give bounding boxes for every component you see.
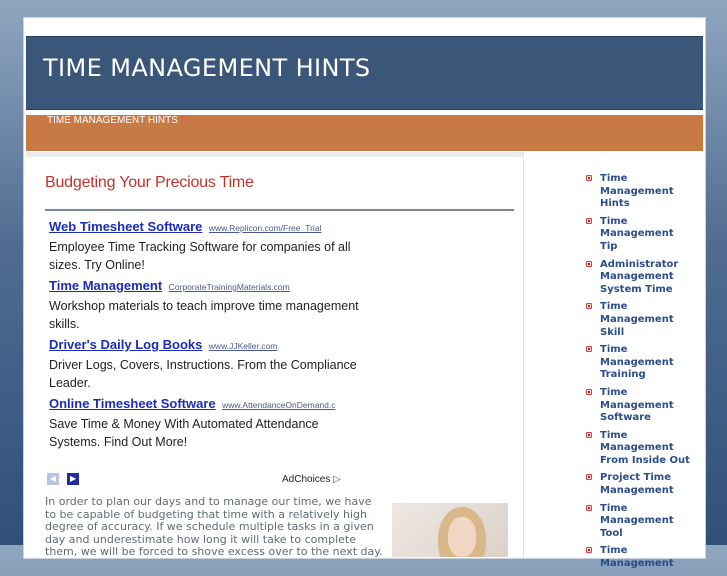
ad-unit-4: Online Timesheet Software www.Attendance… (49, 396, 359, 451)
ad-title-link[interactable]: Time Management (49, 278, 162, 293)
chevron-right-icon[interactable]: ▶ (67, 473, 80, 485)
page-container: TIME MANAGEMENT HINTS TIME MANAGEMENT HI… (23, 17, 706, 569)
ad-description: Driver Logs, Covers, Instructions. From … (49, 358, 357, 390)
nav-bar: TIME MANAGEMENT HINTS (26, 115, 703, 151)
article-photo (392, 503, 508, 557)
ad-url-link[interactable]: www.Replicon.com/Free_Trial (209, 223, 322, 233)
bullet-icon (586, 217, 592, 224)
ad-url-link[interactable]: www.JJKeller.com (209, 341, 278, 351)
sidebar-item: Time Management From Inside Out (586, 430, 690, 468)
sidebar-link[interactable]: Time Management Tool (600, 503, 690, 541)
sidebar-item: Administrator Management System Time (586, 259, 690, 297)
sidebar-link[interactable]: Administrator Management System Time (600, 259, 690, 297)
title-divider (45, 209, 514, 211)
sidebar-link[interactable]: Time Management From Inside Out (600, 430, 690, 468)
ad-description: Workshop materials to teach improve time… (49, 299, 359, 331)
bullet-icon (586, 260, 592, 267)
sidebar-link[interactable]: Time Management Software (600, 387, 690, 425)
sidebar-link[interactable]: Time Management Tip (600, 216, 690, 254)
sidebar-item: Time Management Tip (586, 216, 690, 254)
sidebar-item: Time Management Software (586, 387, 690, 425)
bullet-icon (586, 388, 592, 395)
sidebar-link[interactable]: Time Management Hints (600, 173, 690, 211)
bullet-icon (586, 346, 592, 353)
chevron-left-icon[interactable]: ◀ (47, 473, 59, 485)
ad-unit-2: Time Management CorporateTrainingMateria… (49, 278, 359, 333)
sidebar-item: Project Time Management (586, 472, 690, 497)
ad-url-link[interactable]: CorporateTrainingMaterials.com (169, 282, 290, 292)
ad-pager: ◀ ▶ (47, 473, 82, 492)
ad-unit-3: Driver's Daily Log Books www.JJKeller.co… (49, 337, 359, 392)
post-title[interactable]: Budgeting Your Precious Time (45, 174, 254, 192)
sidebar-item: Time Management (586, 545, 690, 570)
ad-description: Employee Time Tracking Software for comp… (49, 240, 351, 272)
sidebar-item: Time Management Hints (586, 173, 690, 211)
sidebar-item: Time Management Skill (586, 301, 690, 339)
ad-title-link[interactable]: Driver's Daily Log Books (49, 337, 202, 352)
sidebar-link-list: Time Management Hints Time Management Ti… (586, 173, 690, 576)
site-title[interactable]: TIME MANAGEMENT HINTS (43, 54, 371, 82)
bullet-icon (586, 474, 592, 481)
adchoices-link[interactable]: AdChoices ▷ (282, 474, 341, 485)
adchoices-icon: ▷ (333, 474, 341, 485)
sidebar-item: Time Management Tool (586, 503, 690, 541)
ad-title-link[interactable]: Web Timesheet Software (49, 219, 202, 234)
ad-description: Save Time & Money With Automated Attenda… (49, 417, 319, 449)
ad-url-link[interactable]: www.AttendanceOnDemand.c (222, 400, 335, 410)
site-header: TIME MANAGEMENT HINTS (26, 36, 703, 110)
sidebar: Time Management Hints Time Management Ti… (523, 152, 705, 569)
bullet-icon (586, 547, 592, 554)
ad-title-link[interactable]: Online Timesheet Software (49, 396, 216, 411)
ad-unit-1: Web Timesheet Software www.Replicon.com/… (49, 219, 359, 274)
sidebar-link[interactable]: Time Management Training (600, 344, 690, 382)
bullet-icon (586, 431, 592, 438)
bullet-icon (586, 175, 592, 181)
main-content: Budgeting Your Precious Time Web Timeshe… (26, 157, 521, 557)
sidebar-link[interactable]: Project Time Management (600, 472, 690, 497)
article-body: In order to plan our days and to manage … (45, 495, 383, 557)
sidebar-link[interactable]: Time Management (600, 545, 690, 570)
bullet-icon (586, 504, 592, 511)
sidebar-item: Time Management Training (586, 344, 690, 382)
sidebar-link[interactable]: Time Management Skill (600, 301, 690, 339)
bullet-icon (586, 303, 592, 310)
nav-item-home[interactable]: TIME MANAGEMENT HINTS (47, 115, 178, 126)
photo-face (448, 517, 476, 557)
adchoices-label: AdChoices (282, 474, 331, 485)
